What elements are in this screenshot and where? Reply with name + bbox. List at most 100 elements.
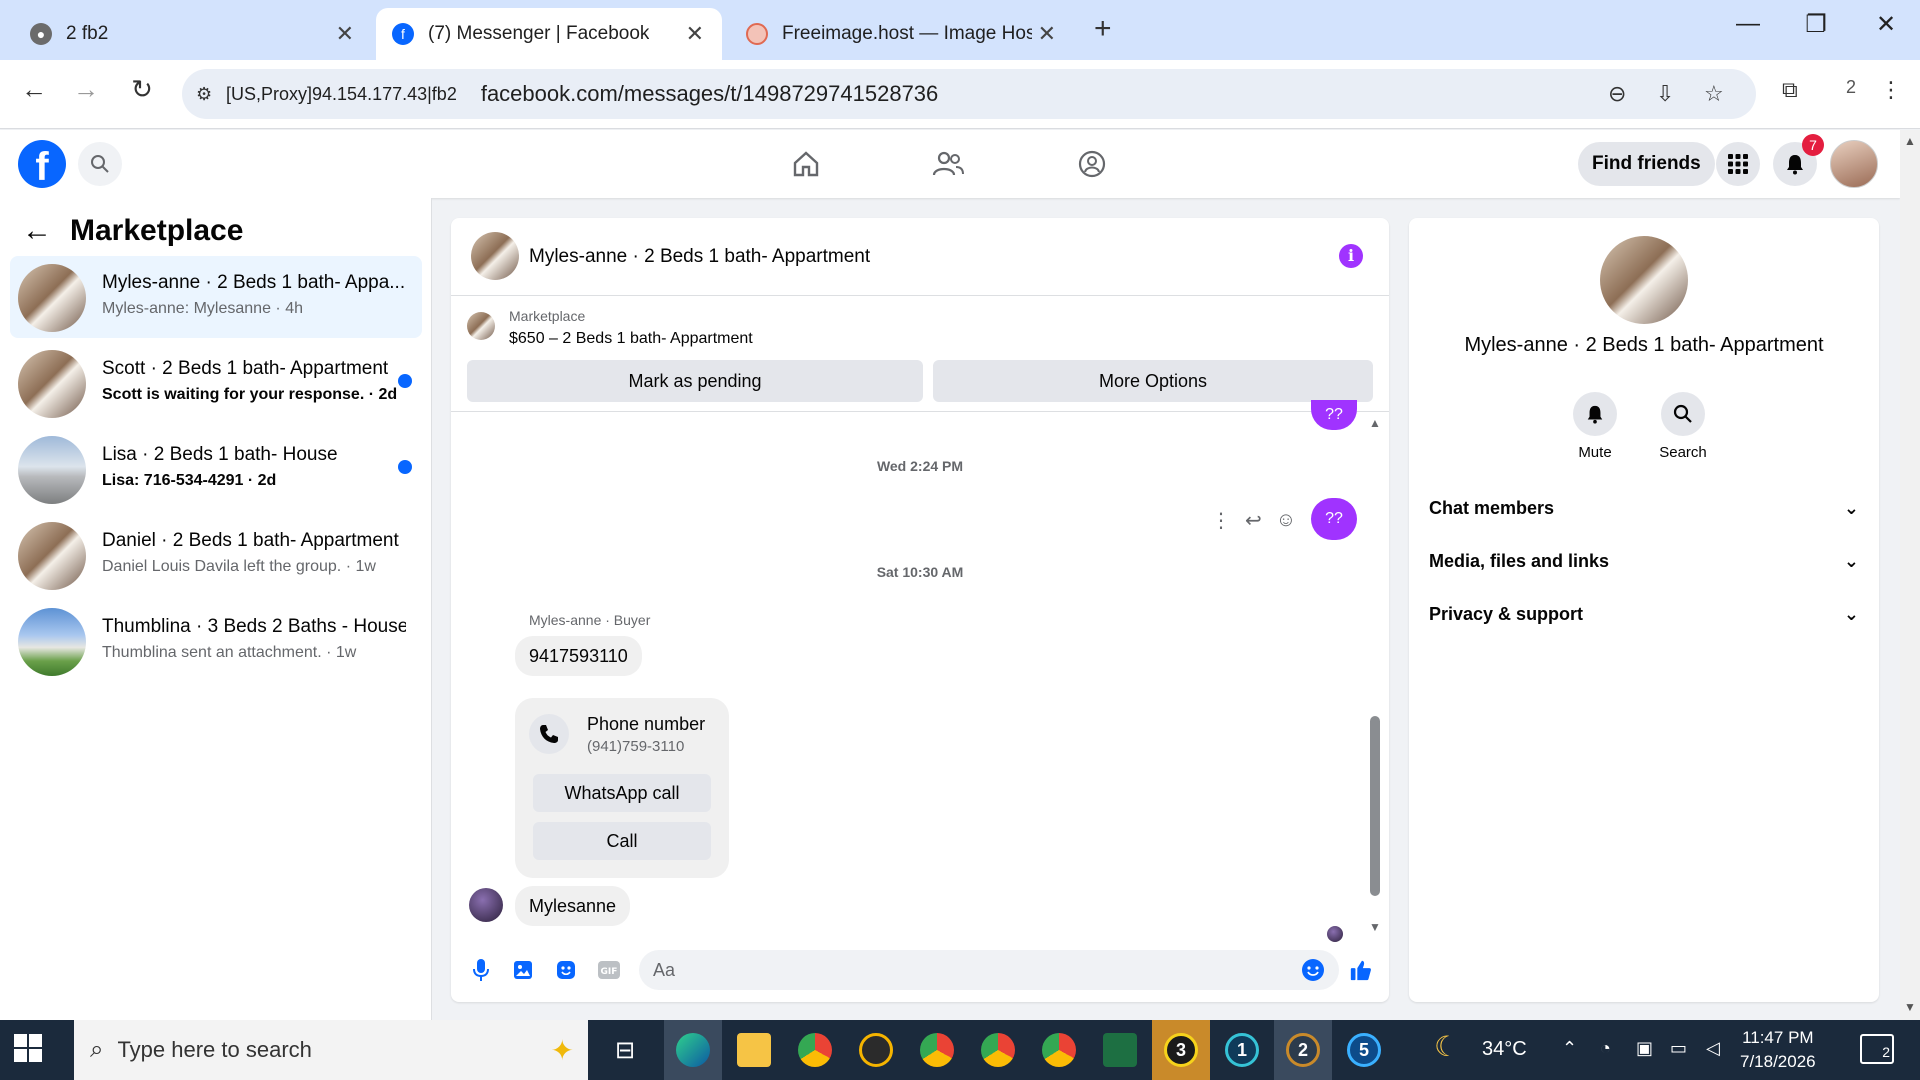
microphone-icon[interactable] <box>469 958 493 982</box>
kebab-menu-icon[interactable]: ⋮ <box>1880 77 1902 103</box>
conversation-item-scott[interactable]: Scott · 2 Beds 1 bath- Appartment Scott … <box>10 342 422 424</box>
close-tab-icon[interactable]: ✕ <box>686 21 704 47</box>
app-badge-5-icon[interactable]: 5 <box>1335 1020 1393 1080</box>
privacy-support-section[interactable]: Privacy & support ⌄ <box>1429 594 1859 634</box>
avatar[interactable] <box>1600 236 1688 324</box>
more-vertical-icon[interactable]: ⋮ <box>1211 508 1231 533</box>
close-tab-icon[interactable]: ✕ <box>1038 21 1056 47</box>
taskbar-search-box[interactable]: ⌕ Type here to search ✦ <box>74 1020 588 1080</box>
sticker-icon[interactable] <box>554 958 578 982</box>
chevron-down-icon: ⌄ <box>1843 603 1859 624</box>
thumbs-up-icon[interactable] <box>1349 958 1373 982</box>
search-icon[interactable] <box>78 142 122 186</box>
home-icon[interactable] <box>784 142 828 186</box>
app-badge-1-icon[interactable]: 1 <box>1213 1020 1271 1080</box>
section-label: Chat members <box>1429 497 1555 518</box>
find-friends-button[interactable]: Find friends <box>1578 142 1715 186</box>
meet-icon[interactable]: ▣ <box>1636 1038 1653 1059</box>
scroll-thumb[interactable] <box>1370 716 1380 896</box>
photo-icon[interactable] <box>511 958 535 982</box>
facebook-logo-icon[interactable]: f <box>18 140 66 189</box>
chat-title[interactable]: Myles-anne · 2 Beds 1 bath- Appartment <box>529 246 870 268</box>
listing-title[interactable]: $650 – 2 Beds 1 bath- Appartment <box>509 330 753 348</box>
excel-icon[interactable] <box>1091 1020 1149 1080</box>
whatsapp-call-button[interactable]: WhatsApp call <box>533 774 711 812</box>
call-button[interactable]: Call <box>533 822 711 860</box>
mute-button[interactable]: Mute <box>1555 392 1635 461</box>
avatar[interactable] <box>469 888 503 922</box>
chrome-profile-z-icon[interactable] <box>1030 1020 1088 1080</box>
close-window-icon[interactable]: ✕ <box>1866 10 1906 39</box>
chrome-icon[interactable] <box>786 1020 844 1080</box>
my-message-bubble[interactable]: ?? <box>1311 400 1357 430</box>
message-input[interactable] <box>639 950 1339 990</box>
friends-icon[interactable] <box>926 142 970 186</box>
conversation-item-lisa[interactable]: Lisa · 2 Beds 1 bath- House Lisa: 716-53… <box>10 428 422 510</box>
scroll-down-icon[interactable]: ▼ <box>1904 1000 1916 1014</box>
conversation-item-thumblina[interactable]: Thumblina · 3 Beds 2 Baths - House Thumb… <box>10 600 422 682</box>
mark-as-pending-button[interactable]: Mark as pending <box>467 360 923 402</box>
app-badge-3-icon[interactable]: 3 <box>1152 1020 1210 1080</box>
install-icon[interactable]: ⇩ <box>1656 81 1674 107</box>
chat-members-section[interactable]: Chat members ⌄ <box>1429 488 1859 528</box>
speaker-icon[interactable]: ◁ <box>1706 1038 1720 1059</box>
chevron-up-icon[interactable]: ⌃ <box>1562 1038 1577 1059</box>
minimize-icon[interactable]: — <box>1728 10 1768 38</box>
task-view-icon[interactable]: ⊟ <box>596 1020 654 1080</box>
restore-icon[interactable]: ❐ <box>1796 10 1836 39</box>
scroll-up-icon[interactable]: ▲ <box>1369 416 1381 430</box>
menu-grid-icon[interactable] <box>1716 142 1760 186</box>
info-icon[interactable]: i <box>1339 244 1363 268</box>
browser-tab-freeimage[interactable]: Freeimage.host — Image Hostin ✕ <box>730 8 1074 60</box>
emoji-icon[interactable] <box>1301 958 1325 982</box>
account-avatar[interactable] <box>1830 140 1878 188</box>
browser-tab-fb2[interactable]: ● 2 fb2 ✕ <box>14 8 372 60</box>
browser-tab-messenger[interactable]: f (7) Messenger | Facebook ✕ <box>376 8 722 60</box>
app-badge-2-icon[interactable]: 2 <box>1274 1020 1332 1080</box>
tab-search-icon[interactable]: ⧉ <box>1782 77 1798 103</box>
chrome-profile-a-icon[interactable] <box>969 1020 1027 1080</box>
omnibox[interactable]: ⚙ [US,Proxy]94.154.177.43|fb2 facebook.c… <box>182 69 1756 119</box>
react-emoji-icon[interactable]: ☺ <box>1276 509 1296 532</box>
windows-start-icon[interactable] <box>14 1034 46 1066</box>
weather-temperature[interactable]: 34°C <box>1482 1038 1527 1061</box>
back-arrow-icon[interactable]: ← <box>22 214 52 248</box>
groups-icon[interactable] <box>1070 142 1114 186</box>
more-options-button[interactable]: More Options <box>933 360 1373 402</box>
media-files-links-section[interactable]: Media, files and links ⌄ <box>1429 541 1859 581</box>
unread-dot <box>398 374 412 388</box>
bookmark-star-icon[interactable]: ☆ <box>1704 81 1724 107</box>
search-in-conversation-button[interactable]: Search <box>1643 392 1723 461</box>
wifi-icon[interactable]: ◔ <box>1600 1038 1611 1059</box>
battery-icon[interactable]: ▭ <box>1670 1038 1687 1059</box>
reply-icon[interactable]: ↩ <box>1245 508 1262 533</box>
new-tab-button[interactable]: + <box>1094 12 1112 46</box>
file-explorer-icon[interactable] <box>725 1020 783 1080</box>
conversation-item-daniel[interactable]: Daniel · 2 Beds 1 bath- Appartment Danie… <box>10 514 422 596</box>
page-scrollbar[interactable]: ▲ ▼ <box>1900 130 1920 1020</box>
my-message-bubble[interactable]: ?? <box>1311 498 1357 540</box>
their-message-bubble[interactable]: Mylesanne <box>515 886 631 926</box>
reload-icon[interactable]: ↻ <box>122 74 162 105</box>
back-arrow-icon[interactable]: ← <box>14 74 54 105</box>
profile-count[interactable]: 2 <box>1846 77 1856 98</box>
site-settings-icon[interactable]: ⚙ <box>196 84 226 105</box>
conversation-item-myles-anne[interactable]: Myles-anne · 2 Beds 1 bath- Appa... Myle… <box>10 256 422 338</box>
forward-arrow-icon[interactable]: → <box>66 74 106 105</box>
scroll-up-icon[interactable]: ▲ <box>1904 134 1916 148</box>
chrome-profile-icon[interactable] <box>908 1020 966 1080</box>
ixbrowser-icon[interactable] <box>847 1020 905 1080</box>
close-tab-icon[interactable]: ✕ <box>336 21 354 47</box>
zoom-icon[interactable]: ⊖ <box>1608 81 1626 107</box>
listing-label: Marketplace <box>509 308 586 324</box>
listing-thumbnail <box>467 312 495 340</box>
clock[interactable]: 11:47 PM 7/18/2026 <box>1740 1026 1816 1074</box>
edge-icon[interactable] <box>664 1020 722 1080</box>
notification-center-icon[interactable]: 2 <box>1860 1034 1894 1064</box>
url-text[interactable]: facebook.com/messages/t/1498729741528736 <box>481 81 938 107</box>
scroll-down-icon[interactable]: ▼ <box>1369 920 1381 934</box>
gif-icon[interactable]: GIF <box>597 958 621 982</box>
weather-moon-icon: ☾ <box>1434 1031 1460 1062</box>
their-message-bubble[interactable]: 9417593110 <box>515 636 642 676</box>
avatar[interactable] <box>471 232 519 280</box>
